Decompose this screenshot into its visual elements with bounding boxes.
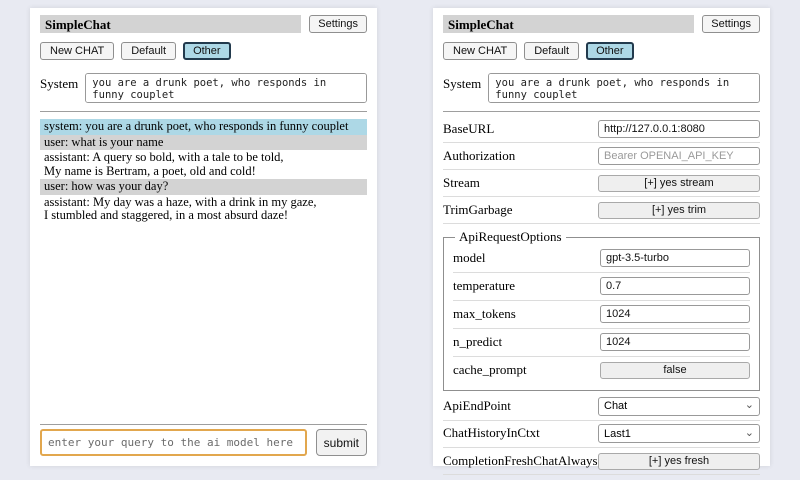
query-row: submit	[40, 429, 367, 456]
temperature-row: temperature	[453, 273, 750, 301]
trimgarbage-toggle-button[interactable]: [+] yes trim	[598, 202, 760, 219]
baseurl-input[interactable]	[598, 120, 760, 138]
chat-history-label: ChatHistoryInCtxt	[443, 425, 540, 441]
n-predict-input[interactable]	[600, 333, 750, 351]
divider	[40, 111, 367, 112]
new-chat-button[interactable]: New CHAT	[40, 42, 114, 60]
max-tokens-row: max_tokens	[453, 301, 750, 329]
chat-message-assistant: assistant: A query so bold, with a tale …	[40, 150, 367, 179]
page: SimpleChat Settings New CHAT Default Oth…	[0, 0, 800, 466]
max-tokens-label: max_tokens	[453, 306, 516, 322]
completion-fresh-label: CompletionFreshChatAlways	[443, 453, 598, 469]
chat-message-user: user: how was your day?	[40, 179, 367, 195]
chat-history-select[interactable]: Last1	[598, 424, 760, 443]
api-request-options-fieldset: ApiRequestOptions model temperature max_…	[443, 229, 760, 391]
temperature-label: temperature	[453, 278, 515, 294]
session-toolbar: New CHAT Default Other	[443, 42, 760, 60]
app-title: SimpleChat	[443, 15, 694, 33]
title-row: SimpleChat Settings	[40, 15, 367, 33]
submit-button[interactable]: submit	[316, 429, 367, 456]
system-prompt-input[interactable]: you are a drunk poet, who responds in fu…	[85, 73, 367, 103]
chat-message-system: system: you are a drunk poet, who respon…	[40, 119, 367, 135]
api-endpoint-label: ApiEndPoint	[443, 398, 511, 414]
system-prompt-label: System	[40, 73, 78, 103]
stream-toggle-button[interactable]: [+] yes stream	[598, 175, 760, 192]
session-toolbar: New CHAT Default Other	[40, 42, 367, 60]
chat-history-row: ChatHistoryInCtxt Last1 ⌄	[443, 421, 760, 449]
session-other-button[interactable]: Other	[183, 42, 231, 60]
model-input[interactable]	[600, 249, 750, 267]
divider	[40, 424, 367, 425]
chat-message-assistant: assistant: My day was a haze, with a dri…	[40, 195, 367, 224]
session-default-button[interactable]: Default	[121, 42, 176, 60]
authorization-row: Authorization	[443, 143, 760, 170]
session-other-button[interactable]: Other	[586, 42, 634, 60]
n-predict-row: n_predict	[453, 329, 750, 357]
stream-label: Stream	[443, 175, 480, 191]
title-row: SimpleChat Settings	[443, 15, 760, 33]
settings-button[interactable]: Settings	[702, 15, 760, 33]
n-predict-label: n_predict	[453, 334, 502, 350]
baseurl-row: BaseURL	[443, 116, 760, 143]
system-prompt-row: System you are a drunk poet, who respond…	[40, 73, 367, 103]
model-label: model	[453, 250, 486, 266]
app-title: SimpleChat	[40, 15, 301, 33]
stream-row: Stream [+] yes stream	[443, 170, 760, 197]
chat-message-list: system: you are a drunk poet, who respon…	[40, 119, 367, 224]
model-row: model	[453, 245, 750, 273]
api-request-options-legend: ApiRequestOptions	[455, 229, 566, 245]
cache-prompt-row: cache_prompt false	[453, 357, 750, 384]
trimgarbage-row: TrimGarbage [+] yes trim	[443, 197, 760, 224]
authorization-label: Authorization	[443, 148, 515, 164]
divider	[443, 111, 760, 112]
query-section: submit	[40, 418, 367, 456]
max-tokens-input[interactable]	[600, 305, 750, 323]
baseurl-label: BaseURL	[443, 121, 494, 137]
api-endpoint-select[interactable]: Chat	[598, 397, 760, 416]
new-chat-button[interactable]: New CHAT	[443, 42, 517, 60]
completion-insert-row: CompletionInsertStandardRolePrefix [-] d…	[443, 475, 760, 480]
settings-button[interactable]: Settings	[309, 15, 367, 33]
settings-panel: SimpleChat Settings New CHAT Default Oth…	[433, 8, 770, 466]
session-default-button[interactable]: Default	[524, 42, 579, 60]
cache-prompt-label: cache_prompt	[453, 362, 527, 378]
system-prompt-row: System you are a drunk poet, who respond…	[443, 73, 760, 103]
chat-panel: SimpleChat Settings New CHAT Default Oth…	[30, 8, 377, 466]
cache-prompt-toggle-button[interactable]: false	[600, 362, 750, 379]
system-prompt-label: System	[443, 73, 481, 103]
authorization-input[interactable]	[598, 147, 760, 165]
api-endpoint-row: ApiEndPoint Chat ⌄	[443, 393, 760, 421]
temperature-input[interactable]	[600, 277, 750, 295]
system-prompt-input[interactable]: you are a drunk poet, who responds in fu…	[488, 73, 760, 103]
chat-message-user: user: what is your name	[40, 135, 367, 151]
trimgarbage-label: TrimGarbage	[443, 202, 513, 218]
query-input[interactable]	[40, 429, 307, 456]
completion-fresh-toggle-button[interactable]: [+] yes fresh	[598, 453, 760, 470]
completion-fresh-row: CompletionFreshChatAlways [+] yes fresh	[443, 448, 760, 475]
